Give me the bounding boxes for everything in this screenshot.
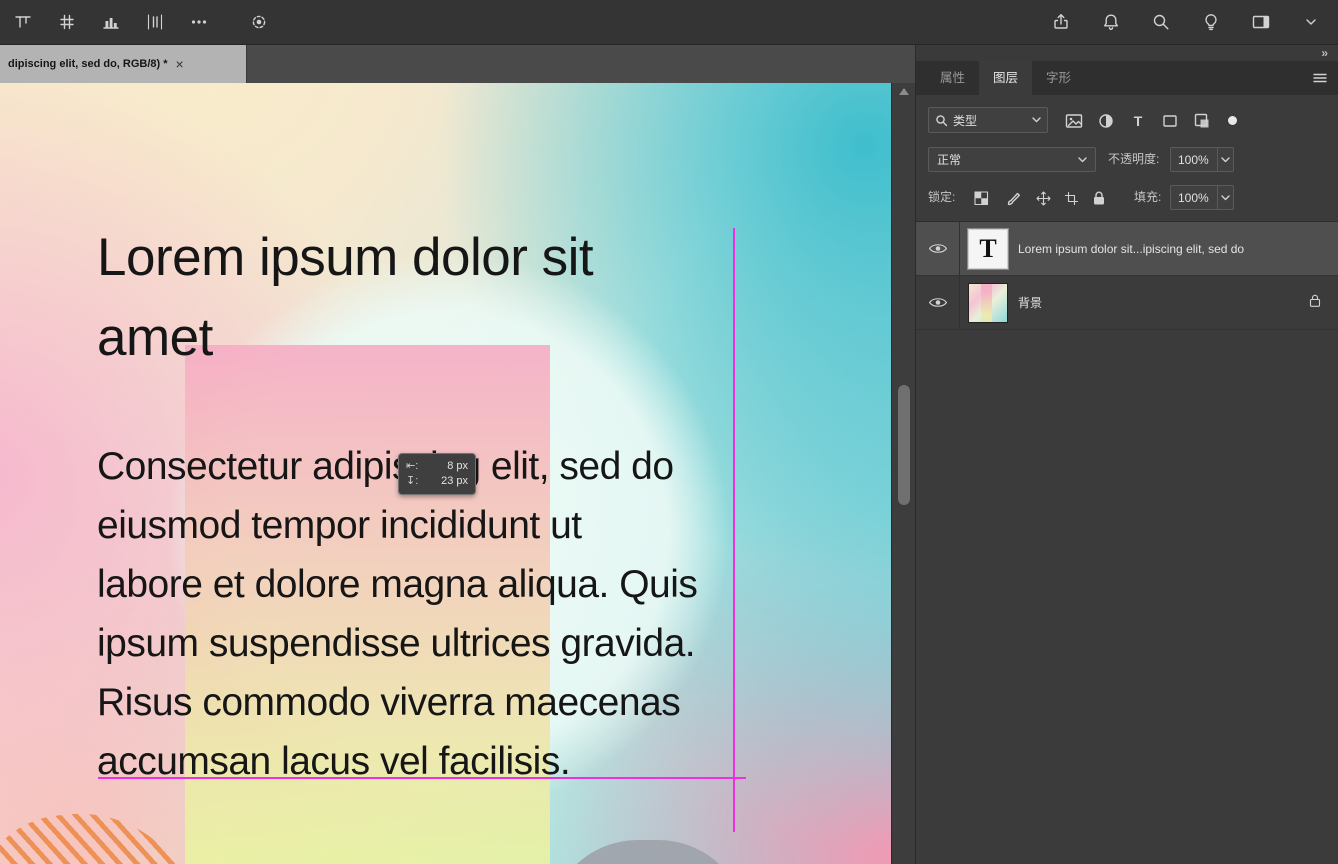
dx-value: 8 px	[447, 460, 468, 473]
chevron-down-icon[interactable]	[1296, 7, 1326, 37]
layer-row-background[interactable]: 背景	[916, 276, 1338, 330]
opacity-label: 不透明度:	[1108, 147, 1159, 172]
blend-mode-dropdown[interactable]: 正常	[928, 147, 1096, 172]
lock-all-icon[interactable]	[1088, 187, 1110, 209]
opacity-value: 100%	[1171, 153, 1217, 167]
layers-panel: » 属性 图层 字形 类型 T	[915, 45, 1338, 864]
workspace-icon[interactable]	[1246, 7, 1276, 37]
filter-kind-label: 类型	[953, 112, 1027, 129]
toolbar-right-group	[1046, 7, 1326, 37]
striped-decoration	[0, 800, 198, 864]
tab-glyphs[interactable]: 字形	[1032, 61, 1085, 95]
dy-value: 23 px	[441, 475, 468, 488]
document-tab[interactable]: dipiscing elit, sed do, RGB/8) * ×	[0, 45, 247, 83]
lock-transparency-icon[interactable]	[970, 187, 992, 209]
more-options-icon[interactable]	[184, 7, 214, 37]
gear-icon[interactable]	[244, 7, 274, 37]
background-layer-thumbnail[interactable]	[968, 283, 1008, 323]
guide-vertical	[733, 228, 735, 832]
scrollbar-thumb[interactable]	[898, 385, 910, 505]
scrollbar-up-arrow[interactable]	[899, 88, 909, 95]
filter-pixel-layers-icon[interactable]	[1062, 109, 1086, 133]
text-layer-thumbnail[interactable]: T	[968, 229, 1008, 269]
tab-properties[interactable]: 属性	[926, 61, 979, 95]
heading-line: Lorem ipsum dolor sit	[97, 218, 593, 298]
heading-text-layer: Lorem ipsum dolor sit amet	[97, 218, 593, 378]
filter-type-layers-icon[interactable]: T	[1126, 109, 1150, 133]
chevron-down-icon	[1217, 148, 1233, 171]
search-icon[interactable]	[1146, 7, 1176, 37]
search-icon	[935, 114, 948, 127]
bell-icon[interactable]	[1096, 7, 1126, 37]
layer-locked-icon	[1308, 293, 1322, 313]
fill-label: 填充:	[1134, 185, 1161, 210]
panel-tab-bar: 属性 图层 字形	[916, 61, 1338, 95]
opacity-dropdown[interactable]: 100%	[1170, 147, 1234, 172]
paragraph-line: labore et dolore magna aliqua. Quis	[97, 555, 697, 614]
share-icon[interactable]	[1046, 7, 1076, 37]
paragraph-line: eiusmod tempor incididunt ut	[97, 496, 697, 555]
canvas[interactable]: Lorem ipsum dolor sit amet Consectetur a…	[0, 83, 891, 864]
eye-icon	[928, 242, 948, 255]
layers-panel-body: 类型 T 正常 不透明度:	[916, 95, 1338, 864]
tooltip-dx-row: ⇤: 8 px	[406, 460, 468, 473]
layer-row-text[interactable]: T Lorem ipsum dolor sit...ipiscing elit,…	[916, 222, 1338, 276]
filter-smart-objects-icon[interactable]	[1190, 109, 1214, 133]
lock-artboard-icon[interactable]	[1060, 187, 1082, 209]
eye-icon	[928, 296, 948, 309]
chevron-down-icon	[1217, 186, 1233, 209]
measurement-tooltip: ⇤: 8 px ↧: 23 px	[398, 453, 476, 495]
thumbnail-letter: T	[979, 234, 996, 264]
paragraph-line: ipsum suspendisse ultrices gravida.	[97, 614, 697, 673]
horizontal-measure-icon: ⇤:	[406, 460, 418, 473]
tab-layers[interactable]: 图层	[979, 61, 1032, 95]
blend-mode-value: 正常	[937, 151, 1078, 168]
lightbulb-icon[interactable]	[1196, 7, 1226, 37]
paragraph-line: Risus commodo viverra maecenas	[97, 673, 697, 732]
filter-toggle-icon[interactable]	[1228, 116, 1237, 125]
chevron-down-icon	[1032, 117, 1041, 123]
app-toolbar	[0, 0, 1338, 45]
canvas-scrollbar[interactable]	[891, 83, 915, 864]
chevron-down-icon	[1078, 157, 1087, 163]
fill-value: 100%	[1171, 191, 1217, 205]
vertical-measure-icon: ↧:	[406, 475, 418, 488]
panel-menu-icon[interactable]	[1312, 71, 1328, 89]
lock-label: 锁定:	[928, 185, 955, 210]
bar-chart-icon[interactable]	[96, 7, 126, 37]
lock-pixels-brush-icon[interactable]	[1002, 187, 1024, 209]
paragraph-line: accumsan lacus vel facilisis.	[97, 732, 697, 791]
visibility-toggle[interactable]	[916, 222, 960, 275]
guide-horizontal	[98, 777, 746, 779]
toolbar-left-group	[8, 7, 274, 37]
filter-adjustment-layers-icon[interactable]	[1094, 109, 1118, 133]
heading-line: amet	[97, 298, 593, 378]
layer-name[interactable]: Lorem ipsum dolor sit...ipiscing elit, s…	[1018, 242, 1244, 256]
filter-kind-dropdown[interactable]: 类型	[928, 107, 1048, 133]
distribute-centers-icon[interactable]	[140, 7, 170, 37]
visibility-toggle[interactable]	[916, 276, 960, 329]
gray-blob-decoration	[548, 840, 748, 864]
document-tab-bar: dipiscing elit, sed do, RGB/8) * ×	[0, 45, 915, 83]
distribute-icon[interactable]	[52, 7, 82, 37]
document-title: dipiscing elit, sed do, RGB/8) *	[8, 58, 168, 70]
align-top-icon[interactable]	[8, 7, 38, 37]
photoshop-window: dipiscing elit, sed do, RGB/8) * × Lorem…	[0, 0, 1338, 864]
lock-position-move-icon[interactable]	[1032, 187, 1054, 209]
layer-name[interactable]: 背景	[1018, 294, 1042, 311]
close-tab-icon[interactable]: ×	[176, 57, 184, 71]
tooltip-dy-row: ↧: 23 px	[406, 475, 468, 488]
fill-dropdown[interactable]: 100%	[1170, 185, 1234, 210]
filter-shape-layers-icon[interactable]	[1158, 109, 1182, 133]
collapse-panels-icon[interactable]: »	[1321, 45, 1328, 61]
